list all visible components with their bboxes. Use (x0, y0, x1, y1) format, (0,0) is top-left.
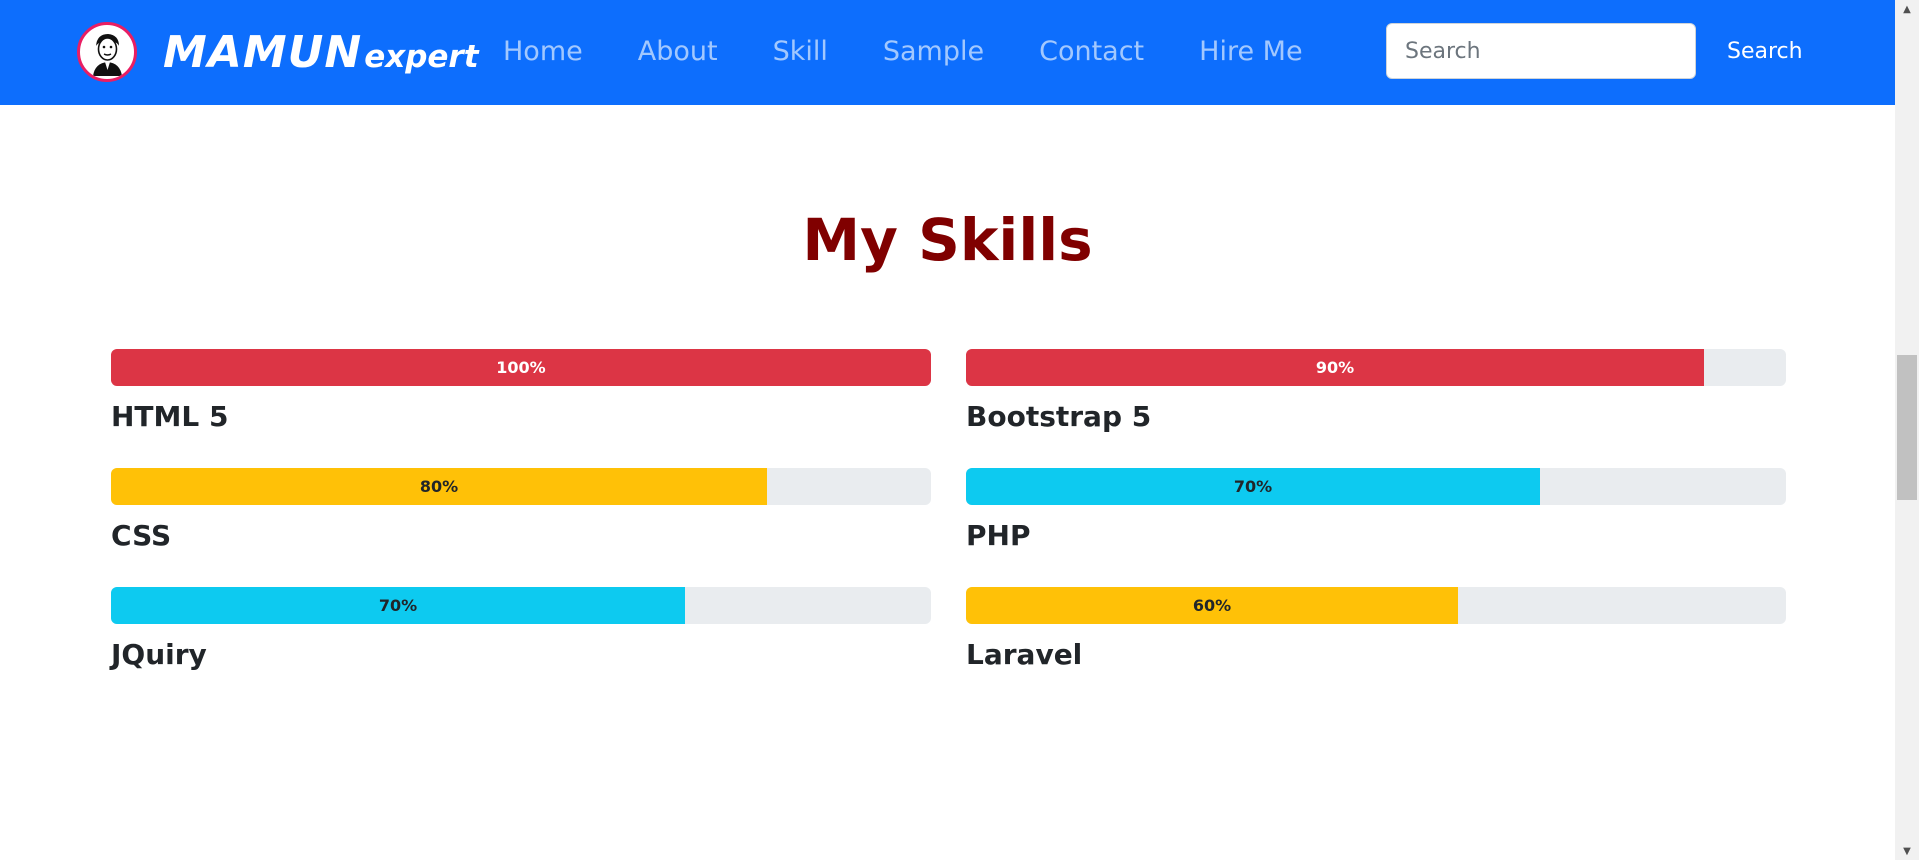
skill-name: Laravel (966, 638, 1083, 671)
skill-item-jquiry: 70% JQuiry (111, 587, 931, 672)
page-title: My Skills (802, 206, 1093, 274)
nav-link-home[interactable]: Home (503, 36, 583, 67)
nav-link-skill[interactable]: Skill (773, 36, 828, 67)
skill-name: CSS (111, 519, 172, 552)
progress-bar: 60% (966, 587, 1458, 624)
brand-link[interactable]: MAMUN expert (77, 20, 479, 84)
nav-link-contact[interactable]: Contact (1039, 36, 1144, 67)
skill-item-php: 70% PHP (966, 468, 1786, 553)
navbar: MAMUN expert Home About Skill Sample Con… (0, 0, 1895, 105)
brand-text: MAMUN expert (163, 27, 479, 78)
search-input[interactable] (1386, 23, 1696, 79)
skill-name: JQuiry (111, 638, 207, 671)
progress-bar: 70% (966, 468, 1540, 505)
scroll-down-icon[interactable]: ▼ (1895, 842, 1919, 860)
skill-item-bootstrap5: 90% Bootstrap 5 (966, 349, 1786, 434)
progress-track: 90% (966, 349, 1786, 386)
brand-main: MAMUN (163, 26, 363, 78)
progress-bar: 90% (966, 349, 1704, 386)
progress-bar: 70% (111, 587, 685, 624)
brand-sub: expert (364, 38, 479, 75)
nav-links: Home About Skill Sample Contact Hire Me (503, 29, 1358, 73)
skill-name: Bootstrap 5 (966, 400, 1152, 433)
page-scrollbar[interactable]: ▲ ▼ (1895, 0, 1919, 860)
nav-link-hire-me[interactable]: Hire Me (1199, 36, 1302, 67)
skill-item-html5: 100% HTML 5 (111, 349, 931, 434)
skill-name: PHP (966, 519, 1031, 552)
person-portrait-icon (77, 22, 137, 82)
skill-item-laravel: 60% Laravel (966, 587, 1786, 672)
search-button[interactable]: Search (1713, 23, 1817, 79)
skill-item-css: 80% CSS (111, 468, 931, 553)
progress-bar: 100% (111, 349, 931, 386)
scroll-up-icon[interactable]: ▲ (1895, 0, 1919, 18)
scrollbar-thumb[interactable] (1897, 355, 1917, 500)
progress-bar: 80% (111, 468, 767, 505)
skill-name: HTML 5 (111, 400, 229, 433)
progress-track: 80% (111, 468, 931, 505)
progress-track: 70% (966, 468, 1786, 505)
progress-track: 70% (111, 587, 931, 624)
progress-track: 100% (111, 349, 931, 386)
nav-link-about[interactable]: About (638, 36, 718, 67)
nav-link-sample[interactable]: Sample (883, 36, 984, 67)
progress-track: 60% (966, 587, 1786, 624)
